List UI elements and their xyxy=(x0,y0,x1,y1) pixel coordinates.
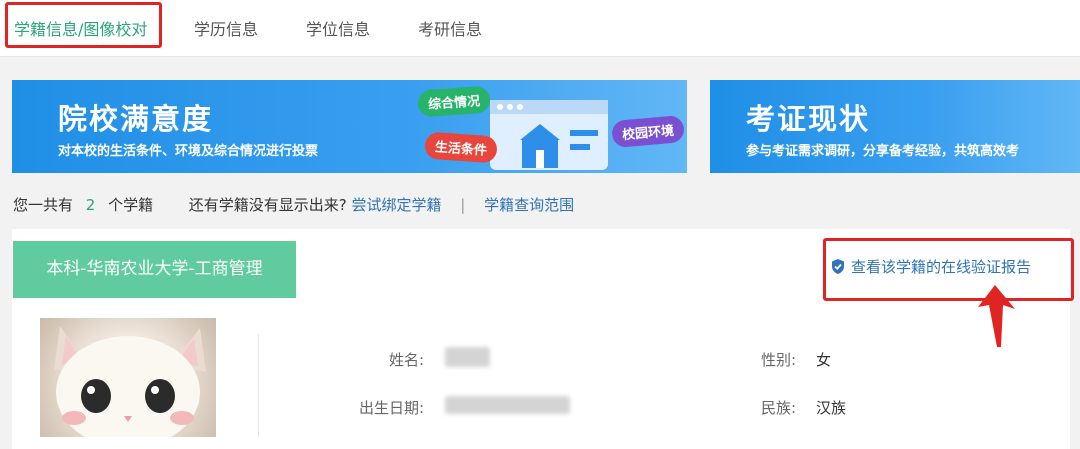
name-value-redacted xyxy=(445,347,490,367)
tab-student-status[interactable]: 学籍信息/图像校对 xyxy=(14,16,147,40)
tab-degree[interactable]: 学位信息 xyxy=(306,16,370,40)
student-photo xyxy=(40,318,216,437)
red-arrow-icon xyxy=(978,285,1015,347)
banner-tag: 综合情况 xyxy=(417,85,491,118)
gender-value: 女 xyxy=(816,351,832,369)
ethnicity-value: 汉族 xyxy=(816,399,847,417)
tab-postgrad-exam[interactable]: 考研信息 xyxy=(418,16,482,40)
record-count: 2 xyxy=(85,196,96,214)
banner-title: 考证现状 xyxy=(746,102,871,136)
summary-suffix: 个学籍 xyxy=(108,196,154,214)
tab-education[interactable]: 学历信息 xyxy=(194,16,258,40)
banner-subtitle: 参与考证需求调研，分享备考经验，共筑高效考 xyxy=(746,144,1020,159)
shield-check-icon xyxy=(832,259,844,274)
summary-separator: | xyxy=(460,196,466,214)
banner-title: 院校满意度 xyxy=(58,102,214,136)
birth-value-redacted xyxy=(445,396,570,414)
gender-label: 性别: xyxy=(760,351,796,369)
satisfaction-banner[interactable]: 院校满意度 对本校的生活条件、环境及综合情况进行投票 综合情况 生活条件 校园环… xyxy=(12,80,687,173)
certificate-banner[interactable]: 考证现状 参与考证需求调研，分享备考经验，共筑高效考 xyxy=(710,80,1080,173)
verify-report-label: 查看该学籍的在线验证报告 xyxy=(851,258,1032,276)
banner-subtitle: 对本校的生活条件、环境及综合情况进行投票 xyxy=(58,144,319,159)
record-tab[interactable]: 本科-华南农业大学-工商管理 xyxy=(13,241,296,298)
top-nav: 学籍信息/图像校对 学历信息 学位信息 考研信息 xyxy=(0,0,1080,57)
summary-prefix: 您一共有 xyxy=(13,196,74,214)
card-divider xyxy=(258,334,259,437)
bind-record-link[interactable]: 尝试绑定学籍 xyxy=(351,196,441,214)
ethnicity-label: 民族: xyxy=(760,399,796,417)
banner-tag: 生活条件 xyxy=(424,131,498,164)
record-summary: 您一共有 2 个学籍 还有学籍没有显示出来? 尝试绑定学籍 | 学籍查询范围 xyxy=(13,194,574,215)
school-illustration-icon xyxy=(490,100,608,170)
banner-tag: 校园环境 xyxy=(610,114,686,149)
verify-report-link[interactable]: 查看该学籍的在线验证报告 xyxy=(830,256,1031,277)
query-range-link[interactable]: 学籍查询范围 xyxy=(484,196,574,214)
name-label: 姓名: xyxy=(388,351,424,369)
summary-hint: 还有学籍没有显示出来? xyxy=(188,196,347,214)
birth-label: 出生日期: xyxy=(358,399,424,417)
